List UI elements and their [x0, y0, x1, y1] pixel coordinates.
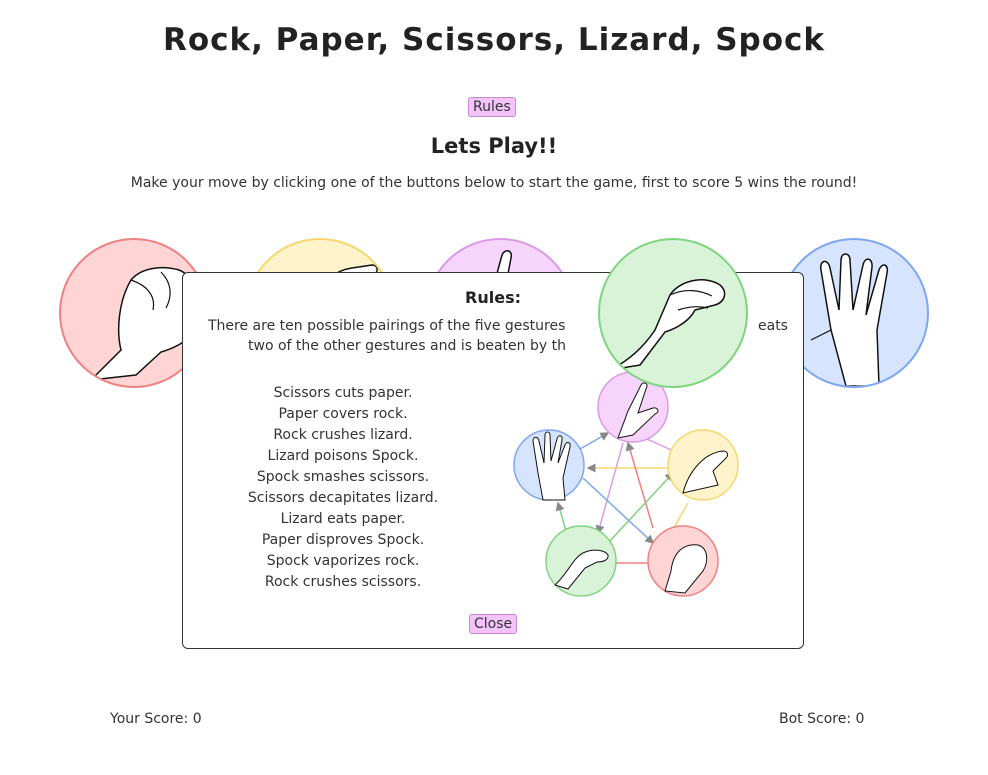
lizard-hand-icon	[609, 279, 726, 371]
page-title: Rock, Paper, Scissors, Lizard, Spock	[162, 22, 826, 58]
rule-item: Lizard eats paper.	[280, 511, 406, 527]
rules-button[interactable]: Rules	[468, 97, 516, 117]
game-instructions: Make your move by clicking one of the bu…	[130, 175, 858, 191]
rule-item: Spock smashes scissors.	[256, 469, 430, 485]
rule-item: Spock vaporizes rock.	[266, 553, 420, 569]
rule-item: Paper covers rock.	[278, 406, 408, 422]
rule-item: Paper disproves Spock.	[261, 532, 425, 548]
game-subtitle: Lets Play!!	[430, 134, 558, 158]
lizard-button[interactable]	[598, 238, 748, 388]
modal-intro-line1: There are ten possible pairings of the f…	[208, 318, 566, 334]
rule-item: Scissors cuts paper.	[273, 385, 413, 401]
rule-list: Scissors cuts paper. Paper covers rock. …	[223, 383, 463, 593]
rule-item: Rock crushes scissors.	[264, 574, 422, 590]
arrow-rock-scissors	[625, 441, 654, 529]
rules-diagram	[513, 371, 739, 597]
your-score: Your Score: 0	[110, 711, 202, 727]
rule-item: Rock crushes lizard.	[273, 427, 413, 443]
rule-item: Lizard poisons Spock.	[267, 448, 419, 464]
bot-score: Bot Score: 0	[779, 711, 865, 727]
rule-item: Scissors decapitates lizard.	[247, 490, 439, 506]
close-button[interactable]: Close	[469, 614, 518, 634]
arrow-scissors-lizard	[595, 442, 624, 535]
modal-intro-line1-end: eats	[758, 318, 788, 334]
